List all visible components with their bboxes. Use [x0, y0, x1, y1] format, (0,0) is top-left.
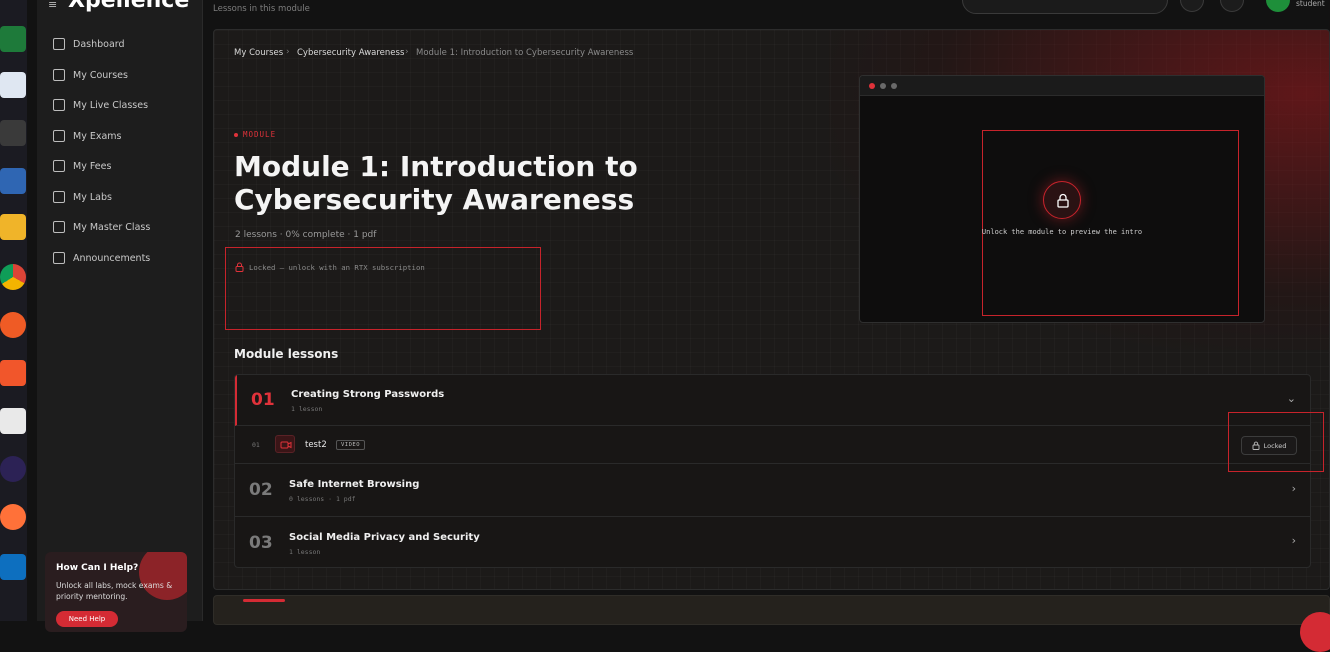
module-meta: 2 lessons · 0% complete · 1 pdf: [235, 230, 377, 240]
lessons-heading: Module lessons: [234, 347, 339, 361]
sidebar-item-my-live-classes[interactable]: My Live Classes: [53, 95, 148, 115]
breadcrumb-my-courses[interactable]: My Courses: [234, 48, 283, 58]
preview-titlebar: [860, 76, 1264, 96]
chevron-right-icon[interactable]: ›: [1292, 482, 1296, 495]
flask-icon: [53, 191, 65, 203]
need-help-button[interactable]: Need Help: [56, 611, 118, 627]
brave-app-icon[interactable]: [0, 360, 26, 386]
sidebar-item-my-labs[interactable]: My Labs: [53, 187, 112, 207]
help-card: How Can I Help? Unlock all labs, mock ex…: [45, 552, 187, 632]
highlight-box: [225, 247, 541, 330]
video-icon: [275, 435, 295, 453]
user-role: student: [1296, 0, 1325, 8]
calculator-app-icon[interactable]: [0, 214, 26, 240]
firefox-app-icon[interactable]: [0, 504, 26, 530]
help-text: Unlock all labs, mock exams & priority m…: [56, 581, 173, 601]
preview-text: Unlock the module to preview the intro: [981, 228, 1143, 236]
menu-icon[interactable]: ≡: [48, 0, 57, 11]
lesson-item-title: test2: [305, 440, 327, 450]
os-dock: [0, 0, 27, 621]
lesson-title: Safe Internet Browsing: [289, 479, 420, 490]
sidebar-item-label: My Live Classes: [73, 99, 149, 111]
type-badge: VIDEO: [336, 440, 366, 450]
window-dot: [880, 83, 886, 89]
grid-icon: [53, 38, 65, 50]
sidebar: [37, 0, 203, 621]
lesson-row-02[interactable]: 02 Safe Internet Browsing 0 lessons · 1 …: [235, 464, 1310, 517]
breadcrumb-course[interactable]: Cybersecurity Awareness: [297, 48, 404, 58]
avatar[interactable]: [1266, 0, 1290, 12]
sidebar-item-label: My Master Class: [73, 221, 151, 233]
sidebar-item-label: My Fees: [73, 160, 112, 172]
lesson-title: Creating Strong Passwords: [291, 389, 445, 400]
sidebar-item-label: My Exams: [73, 130, 122, 142]
sidebar-item-my-master-class[interactable]: My Master Class: [53, 217, 150, 237]
app-logo[interactable]: Xpellence: [68, 0, 189, 13]
megaphone-icon: [53, 252, 65, 264]
module-tag-label: MODULE: [243, 130, 277, 139]
lesson-item-number: 01: [252, 441, 260, 449]
lesson-row-03[interactable]: 03 Social Media Privacy and Security 1 l…: [235, 517, 1310, 567]
chevron-down-icon[interactable]: ⌄: [1287, 392, 1296, 405]
vscode-app-icon[interactable]: [0, 554, 26, 580]
sidebar-item-dashboard[interactable]: Dashboard: [53, 34, 125, 54]
window-dot: [891, 83, 897, 89]
video-icon: [53, 99, 65, 111]
sidebar-item-label: My Courses: [73, 69, 128, 81]
lesson-sub: 1 lesson: [291, 405, 323, 413]
window-dot: [869, 83, 875, 89]
sidebar-item-label: My Labs: [73, 191, 112, 203]
page-title: Module 1: Introduction to Cybersecurity …: [234, 150, 638, 216]
book-icon: [53, 69, 65, 81]
reader-app-icon[interactable]: [0, 408, 26, 434]
spreadsheet-app-icon[interactable]: [0, 26, 26, 52]
lesson-item-row[interactable]: 01 test2 VIDEO Locked: [235, 426, 1310, 464]
sidebar-item-label: Dashboard: [73, 38, 125, 50]
monitor-icon: [53, 221, 65, 233]
sidebar-item-my-courses[interactable]: My Courses: [53, 65, 128, 85]
postman-app-icon[interactable]: [0, 312, 26, 338]
lock-icon[interactable]: [1043, 181, 1081, 219]
lesson-title: Social Media Privacy and Security: [289, 532, 480, 543]
lesson-number: 02: [249, 480, 273, 500]
chat-button[interactable]: [1300, 612, 1330, 652]
help-title: How Can I Help?: [56, 563, 139, 573]
settings-icon[interactable]: [1180, 0, 1204, 12]
clipboard-icon: [53, 130, 65, 142]
sidebar-item-my-exams[interactable]: My Exams: [53, 126, 122, 146]
breadcrumb-separator: ›: [286, 47, 290, 57]
highlight-box: [1228, 412, 1324, 472]
lesson-sub: 0 lessons · 1 pdf: [289, 495, 356, 503]
eclipse-app-icon[interactable]: [0, 456, 26, 482]
chevron-right-icon[interactable]: ›: [1292, 534, 1296, 547]
chrome-app-icon[interactable]: [0, 264, 26, 290]
sidebar-item-announcements[interactable]: Announcements: [53, 248, 150, 268]
tag-dot: [234, 133, 238, 137]
lesson-sub: 1 lesson: [289, 548, 321, 556]
document-app-icon[interactable]: [0, 168, 26, 194]
text-editor-app-icon[interactable]: [0, 72, 26, 98]
module-tag: MODULE: [234, 130, 276, 139]
notification-icon[interactable]: [1220, 0, 1244, 12]
search-input[interactable]: [962, 0, 1168, 14]
bottom-accent: [243, 599, 285, 602]
card-icon: [53, 160, 65, 172]
lesson-list: 01 Creating Strong Passwords 1 lesson ⌄ …: [234, 374, 1311, 568]
terminal-app-icon[interactable]: [0, 120, 26, 146]
highlight-box: [982, 130, 1239, 316]
lesson-number: 03: [249, 533, 273, 553]
breadcrumb-current: Module 1: Introduction to Cybersecurity …: [416, 48, 634, 58]
lesson-row-01[interactable]: 01 Creating Strong Passwords 1 lesson ⌄: [235, 375, 1310, 426]
breadcrumb-separator: ›: [405, 47, 409, 57]
header-subtitle: Lessons in this module: [213, 4, 310, 14]
lesson-number: 01: [251, 390, 275, 410]
sidebar-item-label: Announcements: [73, 252, 151, 264]
sidebar-item-my-fees[interactable]: My Fees: [53, 156, 111, 176]
